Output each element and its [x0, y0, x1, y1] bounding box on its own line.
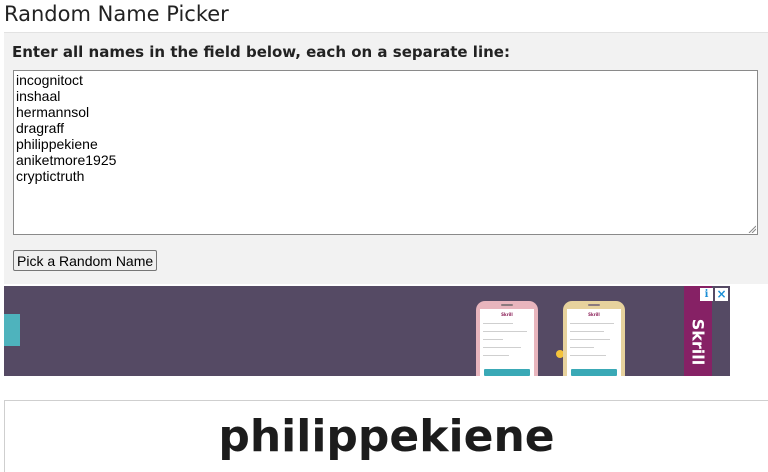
name-line: aniketmore1925 [16, 152, 117, 168]
names-panel: Enter all names in the field below, each… [4, 32, 768, 284]
ad-phone-brand: Skrill [588, 312, 600, 317]
close-icon[interactable]: × [715, 288, 728, 301]
ad-phone-brand: Skrill [501, 312, 513, 317]
name-line: cryptictruth [16, 168, 85, 184]
name-line: hermannsol [16, 104, 90, 120]
picked-name: philippekiene [218, 411, 555, 462]
resize-handle-icon[interactable] [748, 225, 756, 233]
info-icon[interactable]: i [700, 288, 713, 301]
name-line: incognitoct [16, 72, 83, 88]
ad-brand-logo: Skrill [688, 318, 708, 366]
ad-phone-image: Skrill [476, 301, 538, 376]
names-textarea[interactable]: incognitoct inshaal hermannsol dragraff phil… [13, 70, 758, 235]
ad-tab [4, 314, 20, 346]
ad-banner[interactable]: Skrill Skrill Skrill i × [4, 286, 730, 376]
page-title: Random Name Picker [4, 2, 229, 26]
names-instruction-label: Enter all names in the field below, each… [12, 43, 510, 61]
name-line: inshaal [16, 88, 61, 104]
pick-random-name-button[interactable]: Pick a Random Name [13, 250, 158, 271]
ad-phone-image: Skrill [563, 301, 625, 376]
name-line: dragraff [16, 120, 64, 136]
result-box: philippekiene [4, 400, 768, 472]
name-line: philippekiene [16, 136, 98, 152]
